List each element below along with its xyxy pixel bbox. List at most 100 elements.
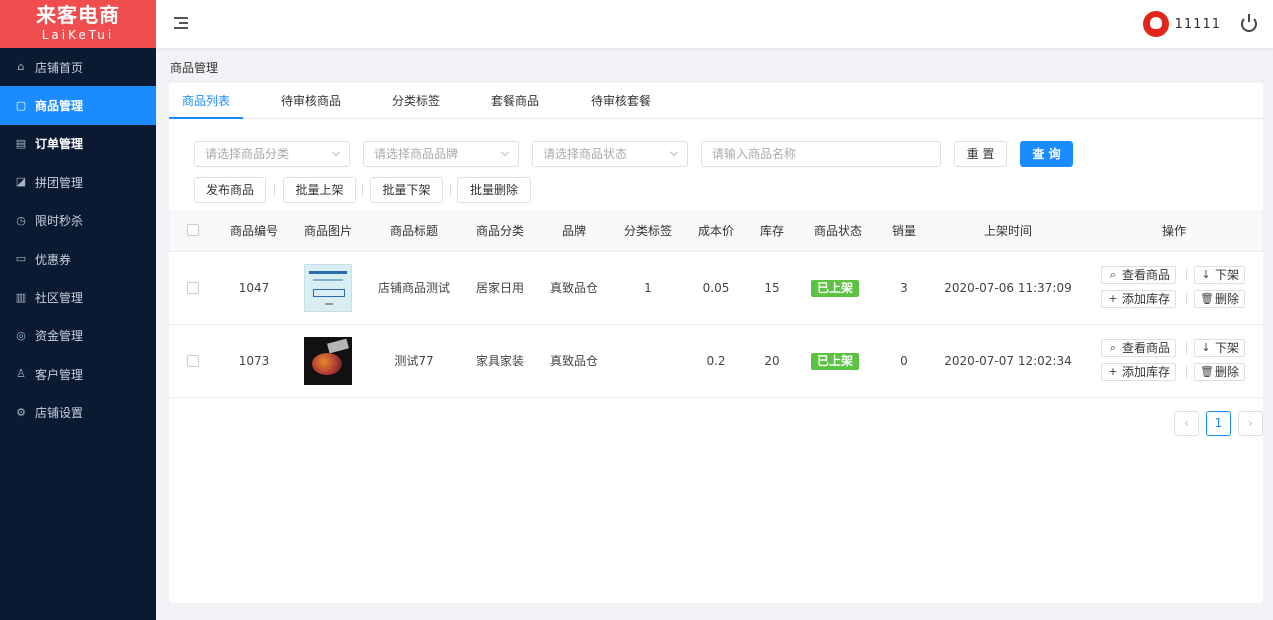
status-select[interactable]: 请选择商品状态 bbox=[532, 141, 688, 167]
sidebar-item-group-buy[interactable]: ◪ 拼团管理 bbox=[0, 163, 156, 201]
query-button[interactable]: 查 询 bbox=[1020, 141, 1073, 167]
product-id: 1047 bbox=[238, 281, 270, 295]
batch-on-shelf-button[interactable]: 批量上架 bbox=[283, 177, 356, 203]
off-shelf-button[interactable]: ↓ 下架 bbox=[1194, 339, 1246, 357]
tab-category-tags[interactable]: 分类标签 bbox=[379, 83, 453, 119]
logo[interactable]: 来客电商 LaiKeTui bbox=[0, 0, 156, 48]
col-header-stock: 库存 bbox=[759, 224, 785, 238]
product-brand: 真致品仓 bbox=[549, 281, 599, 295]
product-sales: 0 bbox=[900, 354, 908, 368]
product-category: 家具家装 bbox=[475, 354, 525, 368]
trash-icon: 🗑 bbox=[1200, 365, 1214, 378]
divider bbox=[1186, 269, 1187, 281]
off-shelf-label: 下架 bbox=[1215, 341, 1240, 355]
col-header-category: 商品分类 bbox=[475, 224, 525, 238]
main-card: 商品列表 待审核商品 分类标签 套餐商品 待审核套餐 请选择商品分类 请选择商品… bbox=[169, 83, 1263, 603]
select-all-checkbox[interactable] bbox=[187, 224, 199, 236]
batch-delete-button[interactable]: 批量删除 bbox=[457, 177, 531, 203]
product-image[interactable] bbox=[304, 337, 352, 385]
col-header-actions: 操作 bbox=[1161, 224, 1187, 238]
tab-pending-bundles[interactable]: 待审核套餐 bbox=[579, 83, 663, 119]
page-1-button[interactable]: 1 bbox=[1206, 411, 1231, 436]
username: 11111 bbox=[1174, 16, 1221, 32]
col-header-status: 商品状态 bbox=[813, 224, 863, 238]
off-shelf-label: 下架 bbox=[1215, 268, 1240, 282]
sidebar-item-customers[interactable]: ♙ 客户管理 bbox=[0, 355, 156, 393]
tab-bundle-products[interactable]: 套餐商品 bbox=[478, 83, 552, 119]
batch-off-shelf-button[interactable]: 批量下架 bbox=[370, 177, 443, 203]
tab-product-list[interactable]: 商品列表 bbox=[169, 83, 243, 119]
view-product-button[interactable]: ⌕ 查看商品 bbox=[1101, 266, 1177, 284]
building-icon: ▥ bbox=[15, 290, 27, 304]
divider bbox=[1186, 366, 1187, 378]
search-icon: ⌕ bbox=[1109, 268, 1117, 281]
delete-button[interactable]: 🗑 删除 bbox=[1194, 290, 1246, 308]
brand-select[interactable]: 请选择商品品牌 bbox=[363, 141, 519, 167]
col-header-title: 商品标题 bbox=[389, 224, 439, 238]
reset-button[interactable]: 重 置 bbox=[954, 141, 1007, 167]
add-stock-label: 添加库存 bbox=[1122, 365, 1171, 379]
collapse-menu-icon[interactable] bbox=[174, 15, 190, 31]
divider bbox=[274, 184, 275, 196]
sidebar-item-settings[interactable]: ⚙ 店铺设置 bbox=[0, 394, 156, 432]
next-page-button[interactable]: › bbox=[1238, 411, 1263, 436]
add-stock-button[interactable]: + 添加库存 bbox=[1101, 363, 1177, 381]
category-select-placeholder: 请选择商品分类 bbox=[205, 147, 290, 161]
product-title: 店铺商品测试 bbox=[377, 281, 451, 295]
divider bbox=[450, 184, 451, 196]
arrow-down-icon: ↓ bbox=[1201, 268, 1211, 281]
sidebar-item-flash-sale[interactable]: ◷ 限时秒杀 bbox=[0, 202, 156, 240]
status-select-placeholder: 请选择商品状态 bbox=[543, 147, 628, 161]
sidebar-item-label: 店铺设置 bbox=[35, 406, 84, 421]
money-icon: ◎ bbox=[16, 328, 26, 342]
avatar bbox=[1142, 11, 1169, 37]
logout-icon[interactable] bbox=[1241, 14, 1257, 32]
off-shelf-button[interactable]: ↓ 下架 bbox=[1194, 266, 1246, 284]
view-product-button[interactable]: ⌕ 查看商品 bbox=[1101, 339, 1177, 357]
product-cost: 0.05 bbox=[702, 281, 730, 295]
publish-product-button[interactable]: 发布商品 bbox=[194, 177, 266, 203]
add-stock-button[interactable]: + 添加库存 bbox=[1101, 290, 1177, 308]
sidebar-item-label: 资金管理 bbox=[35, 329, 84, 344]
delete-button[interactable]: 🗑 删除 bbox=[1194, 363, 1246, 381]
view-product-label: 查看商品 bbox=[1122, 268, 1171, 282]
prev-page-button[interactable]: ‹ bbox=[1174, 411, 1199, 436]
sidebar-item-community[interactable]: ▥ 社区管理 bbox=[0, 278, 156, 316]
table-row: 1047 店铺商品测试 居家日用 真致品仓 1 0.05 15 已上架 3 20… bbox=[169, 252, 1263, 325]
product-time: 2020-07-06 11:37:09 bbox=[944, 281, 1072, 295]
sidebar-item-label: 商品管理 bbox=[35, 99, 84, 114]
chevron-down-icon bbox=[331, 147, 341, 157]
table-header: 商品编号 商品图片 商品标题 商品分类 品牌 分类标签 成本价 库存 商品状态 … bbox=[169, 210, 1263, 252]
sidebar-item-orders[interactable]: ▤ 订单管理 bbox=[0, 125, 156, 163]
top-header: 11111 bbox=[156, 0, 1273, 48]
divider bbox=[1186, 342, 1187, 354]
coupon-icon: ▭ bbox=[15, 252, 27, 266]
sidebar-item-funds[interactable]: ◎ 资金管理 bbox=[0, 317, 156, 355]
breadcrumb: 商品管理 bbox=[170, 61, 219, 75]
group-icon: ◪ bbox=[15, 175, 27, 189]
sidebar-item-products[interactable]: ▢ 商品管理 bbox=[0, 86, 156, 125]
clock-icon: ◷ bbox=[16, 213, 26, 227]
col-header-cost: 成本价 bbox=[697, 224, 735, 238]
divider bbox=[1186, 293, 1187, 305]
category-select[interactable]: 请选择商品分类 bbox=[194, 141, 350, 167]
row-checkbox[interactable] bbox=[187, 282, 199, 294]
row-checkbox[interactable] bbox=[187, 355, 199, 367]
product-name-input[interactable] bbox=[701, 141, 941, 167]
tab-pending-products[interactable]: 待审核商品 bbox=[269, 83, 353, 119]
sidebar-item-coupons[interactable]: ▭ 优惠券 bbox=[0, 240, 156, 278]
sidebar-item-label: 客户管理 bbox=[35, 367, 84, 382]
sidebar-item-label: 订单管理 bbox=[35, 137, 84, 152]
sidebar-item-store-home[interactable]: ⌂ 店铺首页 bbox=[0, 48, 156, 86]
col-header-image: 商品图片 bbox=[303, 224, 353, 238]
status-badge: 已上架 bbox=[810, 280, 860, 297]
gear-icon: ⚙ bbox=[16, 405, 26, 419]
user-menu[interactable]: 11111 bbox=[1142, 11, 1221, 37]
bag-icon: ▢ bbox=[15, 98, 27, 112]
tab-bar: 商品列表 待审核商品 分类标签 套餐商品 待审核套餐 bbox=[169, 83, 1263, 119]
product-image[interactable] bbox=[304, 264, 352, 312]
col-header-time: 上架时间 bbox=[983, 224, 1033, 238]
sidebar-item-label: 优惠券 bbox=[35, 252, 72, 267]
product-cost: 0.2 bbox=[706, 354, 726, 368]
col-header-brand: 品牌 bbox=[561, 224, 587, 238]
